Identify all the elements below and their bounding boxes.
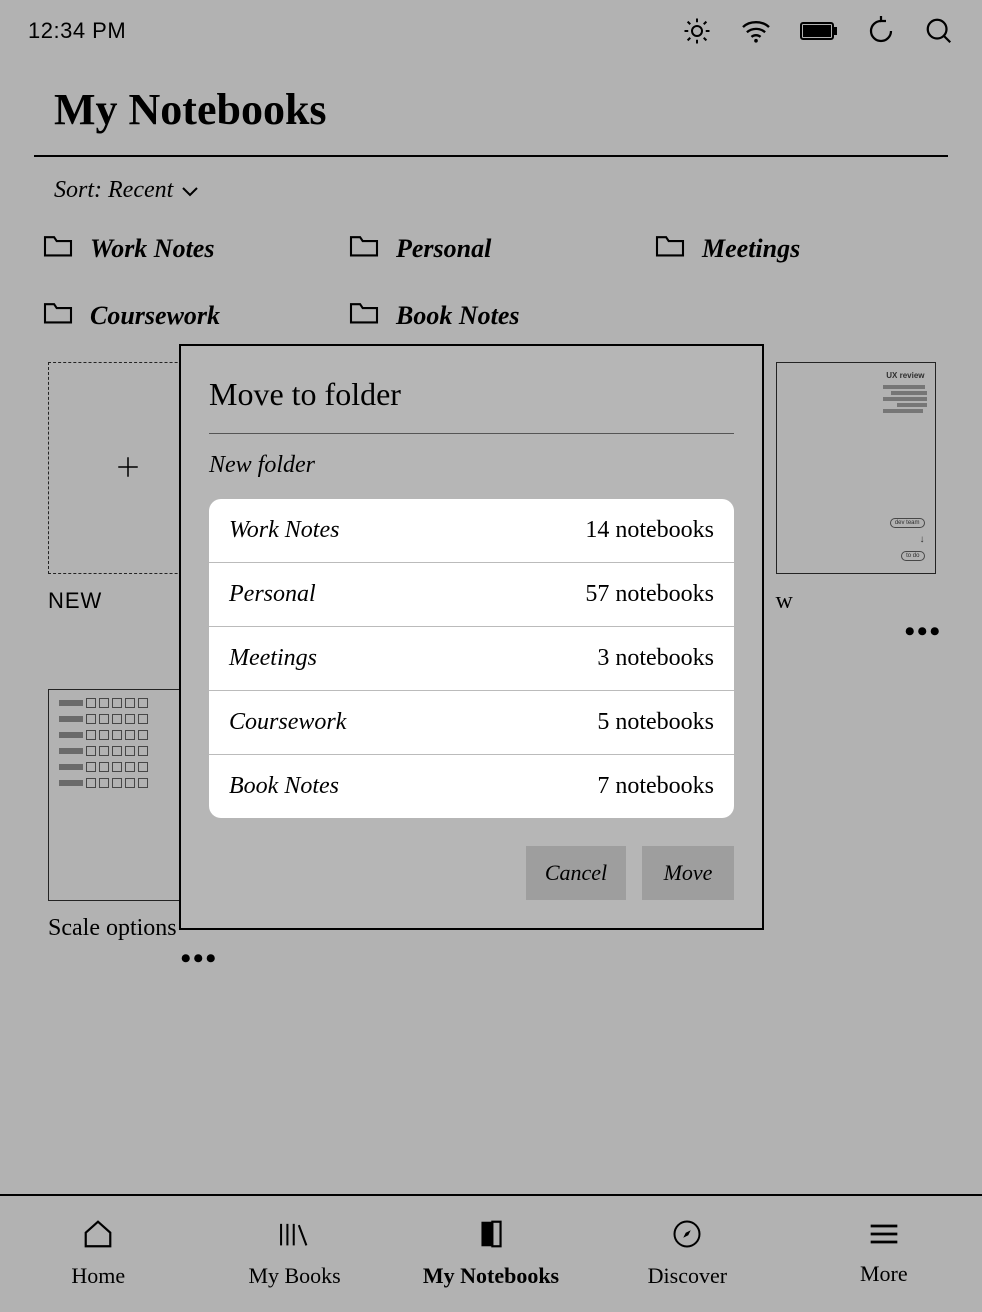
dialog-buttons: Cancel Move [209,846,734,900]
move-to-folder-dialog: Move to folder New folder Work Notes 14 … [179,344,764,930]
folder-option-meetings[interactable]: Meetings 3 notebooks [209,627,734,691]
folder-name: Book Notes [229,773,339,800]
folder-count: 7 notebooks [597,773,714,800]
dialog-title: Move to folder [209,376,734,413]
folder-list: Work Notes 14 notebooks Personal 57 note… [209,499,734,818]
divider [209,433,734,434]
folder-option-book-notes[interactable]: Book Notes 7 notebooks [209,755,734,818]
folder-name: Coursework [229,709,346,736]
folder-option-personal[interactable]: Personal 57 notebooks [209,563,734,627]
move-button[interactable]: Move [642,846,734,900]
folder-option-coursework[interactable]: Coursework 5 notebooks [209,691,734,755]
folder-name: Meetings [229,645,317,672]
folder-count: 5 notebooks [597,709,714,736]
folder-count: 3 notebooks [597,645,714,672]
folder-name: Work Notes [229,517,339,544]
new-folder-button[interactable]: New folder [209,452,734,479]
folder-count: 14 notebooks [585,517,714,544]
folder-count: 57 notebooks [585,581,714,608]
folder-name: Personal [229,581,316,608]
cancel-button[interactable]: Cancel [526,846,626,900]
folder-option-work-notes[interactable]: Work Notes 14 notebooks [209,499,734,563]
